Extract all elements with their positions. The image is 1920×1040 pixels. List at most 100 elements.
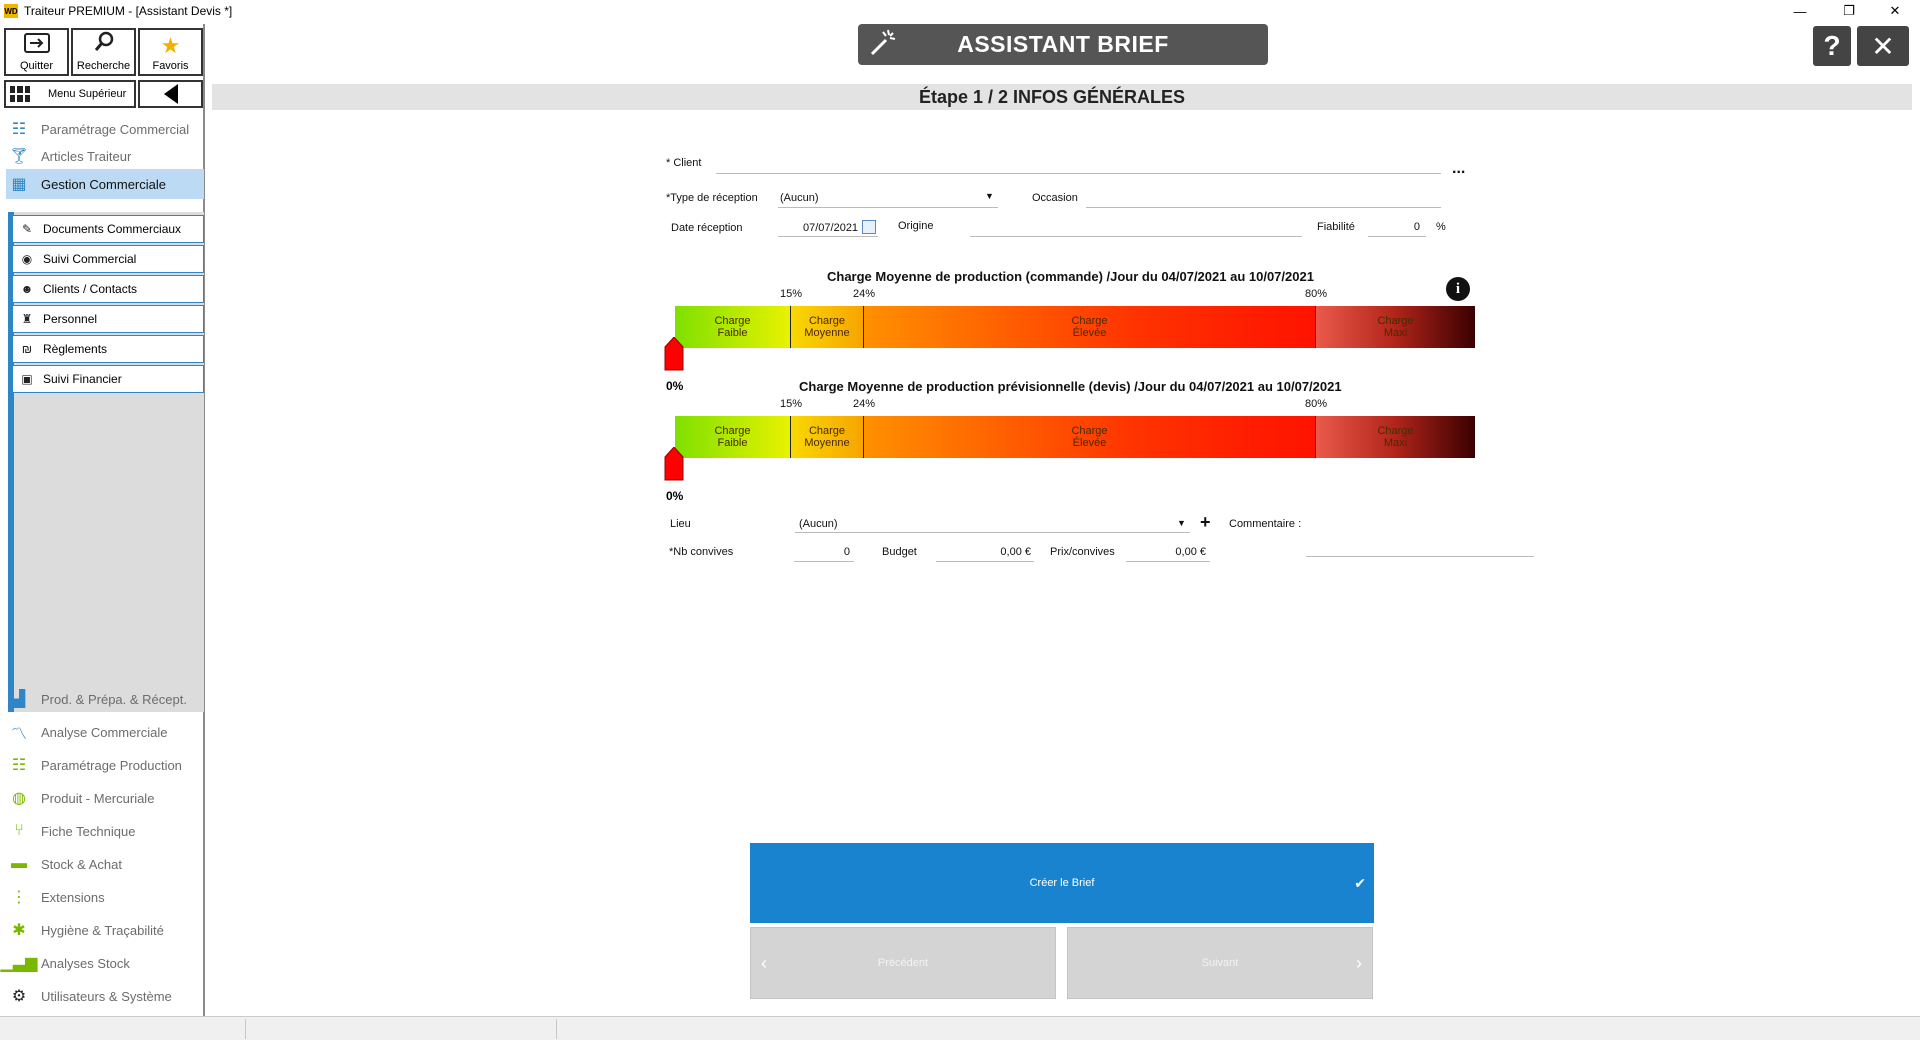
comment-field[interactable] [1306,556,1534,557]
food-icon: ◍ [12,790,26,807]
info-icon[interactable]: i [1446,277,1470,301]
guests-field[interactable]: 0 [796,546,850,558]
nav-hygiene-tracabilite[interactable]: ✱ Hygiène & Traçabilité [8,915,200,945]
truck-icon: ▬ [11,855,27,872]
favorites-button[interactable]: ★ Favoris [138,28,203,76]
occasion-field[interactable] [1086,207,1441,208]
quit-label: Quitter [19,60,53,72]
magic-wand-icon [858,27,908,63]
lieu-underline [795,532,1190,533]
threshold-24: 24% [853,398,876,410]
nav-label: Paramétrage Commercial [41,121,190,137]
search-label: Recherche [76,60,131,72]
subnav-label: Suivi Commercial [43,252,137,266]
budget-field[interactable]: 0,00 € [938,546,1031,558]
gauge-quote-value: 0% [666,489,684,503]
nav-parametrage-commercial[interactable]: ☷ Paramétrage Commercial [8,114,200,144]
segment-label: Maxi [1383,437,1408,449]
minimize-button[interactable]: — [1777,0,1823,22]
line-chart-icon: 〽 [10,726,27,743]
nav-gestion-commerciale[interactable]: ▦ Gestion Commerciale [6,169,204,199]
help-button[interactable]: ? [1813,26,1851,66]
date-field[interactable]: 07/07/2021 [803,222,858,234]
segment-label: Moyenne [804,327,850,339]
client-more-button[interactable]: ... [1452,160,1465,178]
search-button[interactable]: Recherche [71,28,136,76]
chevron-down-icon[interactable]: ▼ [985,191,994,201]
subnav-personnel[interactable]: ♜ Personnel [12,305,204,333]
segment-high: Charge Élevée [864,306,1316,348]
nav-extensions[interactable]: ⋮ Extensions [8,882,200,912]
cocktail-icon: 🍸︎ [8,148,30,165]
comment-label: Commentaire : [1229,518,1302,530]
close-button[interactable]: ✕ [1857,26,1909,66]
segment-label: Faible [717,437,748,449]
next-button[interactable]: › Suivant [1067,927,1373,999]
gauge-quote-bar: Charge Faible Charge Moyenne Charge Élevée … [675,416,1475,458]
bar-chart-icon: ▁▃▆ [0,955,38,972]
subnav-reglements[interactable]: ₪ Règlements [12,335,204,363]
price-field[interactable]: 0,00 € [1128,546,1206,558]
segment-label: Élevée [1072,437,1107,449]
nav-fiche-technique[interactable]: ⑂ Fiche Technique [8,816,200,846]
nav-label: Stock & Achat [41,856,122,872]
nav-prod-prepa-recept[interactable]: ▟ Prod. & Prépa. & Récept. [8,684,200,714]
app-logo: WD [4,4,18,18]
sidebar: Quitter Recherche ★ Favoris Menu Supérie… [0,24,205,1016]
lieu-select[interactable]: (Aucun) [799,518,838,530]
subnav-clients-contacts[interactable]: ☻ Clients / Contacts [12,275,204,303]
create-brief-button[interactable]: Créer le Brief ✔ [750,843,1374,923]
title-bar: WD Traiteur PREMIUM - [Assistant Devis *… [0,0,1920,22]
reception-type-select[interactable]: (Aucun) [780,192,819,204]
top-menu-button[interactable]: Menu Supérieur [4,80,136,108]
subnav-suivi-financier[interactable]: ▣ Suivi Financier [12,365,204,393]
cutlery-icon: ⑂ [14,822,24,839]
collapse-menu-button[interactable] [138,80,203,108]
reliability-field[interactable]: 0 [1370,221,1420,233]
edit-doc-icon: ✎ [21,222,33,236]
reception-type-label: *Type de réception [666,192,758,204]
gauge-order-title: Charge Moyenne de production (commande) … [827,269,1314,284]
nav-utilisateurs-systeme[interactable]: ⚙ Utilisateurs & Système [8,981,200,1011]
client-label: * Client [666,157,702,169]
create-brief-label: Créer le Brief [1029,877,1095,889]
threshold-80: 80% [1305,288,1328,300]
restore-button[interactable]: ❐ [1826,0,1872,22]
calculator-icon: ▦ [11,176,27,193]
gauge-quote-marker [664,447,684,481]
threshold-15: 15% [780,398,803,410]
segment-max: Charge Maxi [1316,416,1475,458]
nav-analyse-commerciale[interactable]: 〽 Analyse Commerciale [8,717,200,747]
subnav-suivi-commercial[interactable]: ◉ Suivi Commercial [12,245,204,273]
nav-produit-mercuriale[interactable]: ◍ Produit - Mercuriale [8,783,200,813]
nav-label: Analyse Commerciale [41,724,168,740]
triangle-left-icon [163,84,178,104]
chevron-down-icon[interactable]: ▼ [1177,518,1186,528]
nav-label: Paramétrage Production [41,757,182,773]
nav-label: Prod. & Prépa. & Récept. [41,691,187,707]
nav-label: Fiche Technique [41,823,136,839]
quit-button[interactable]: Quitter [4,28,69,76]
origin-field[interactable] [970,236,1302,237]
nav-parametrage-production[interactable]: ☷ Paramétrage Production [8,750,200,780]
segment-label: Charge [714,425,751,437]
nav-analyses-stock[interactable]: ▁▃▆ Analyses Stock [0,948,200,978]
gauge-quote-title: Charge Moyenne de production prévisionne… [799,379,1342,394]
previous-button[interactable]: ‹ Précédent [750,927,1056,999]
staff-icon: ♜ [21,312,33,326]
add-lieu-button[interactable]: + [1200,512,1211,533]
window-close-button[interactable]: ✕ [1872,0,1918,22]
nav-stock-achat[interactable]: ▬ Stock & Achat [8,849,200,879]
client-field[interactable] [716,173,1441,174]
nav-label: Extensions [41,889,105,905]
nav-articles-traiteur[interactable]: 🍸︎ Articles Traiteur [8,141,200,171]
wizard-header: ASSISTANT BRIEF [858,24,1268,65]
subnav-label: Clients / Contacts [43,282,138,296]
exit-icon [23,33,50,58]
subnav-documents-commerciaux[interactable]: ✎ Documents Commerciaux [12,215,204,243]
segment-label: Maxi [1383,327,1408,339]
segment-label: Charge [1377,315,1414,327]
gauge-order-value: 0% [666,379,684,393]
calendar-icon[interactable] [862,220,876,234]
threshold-24: 24% [853,288,876,300]
